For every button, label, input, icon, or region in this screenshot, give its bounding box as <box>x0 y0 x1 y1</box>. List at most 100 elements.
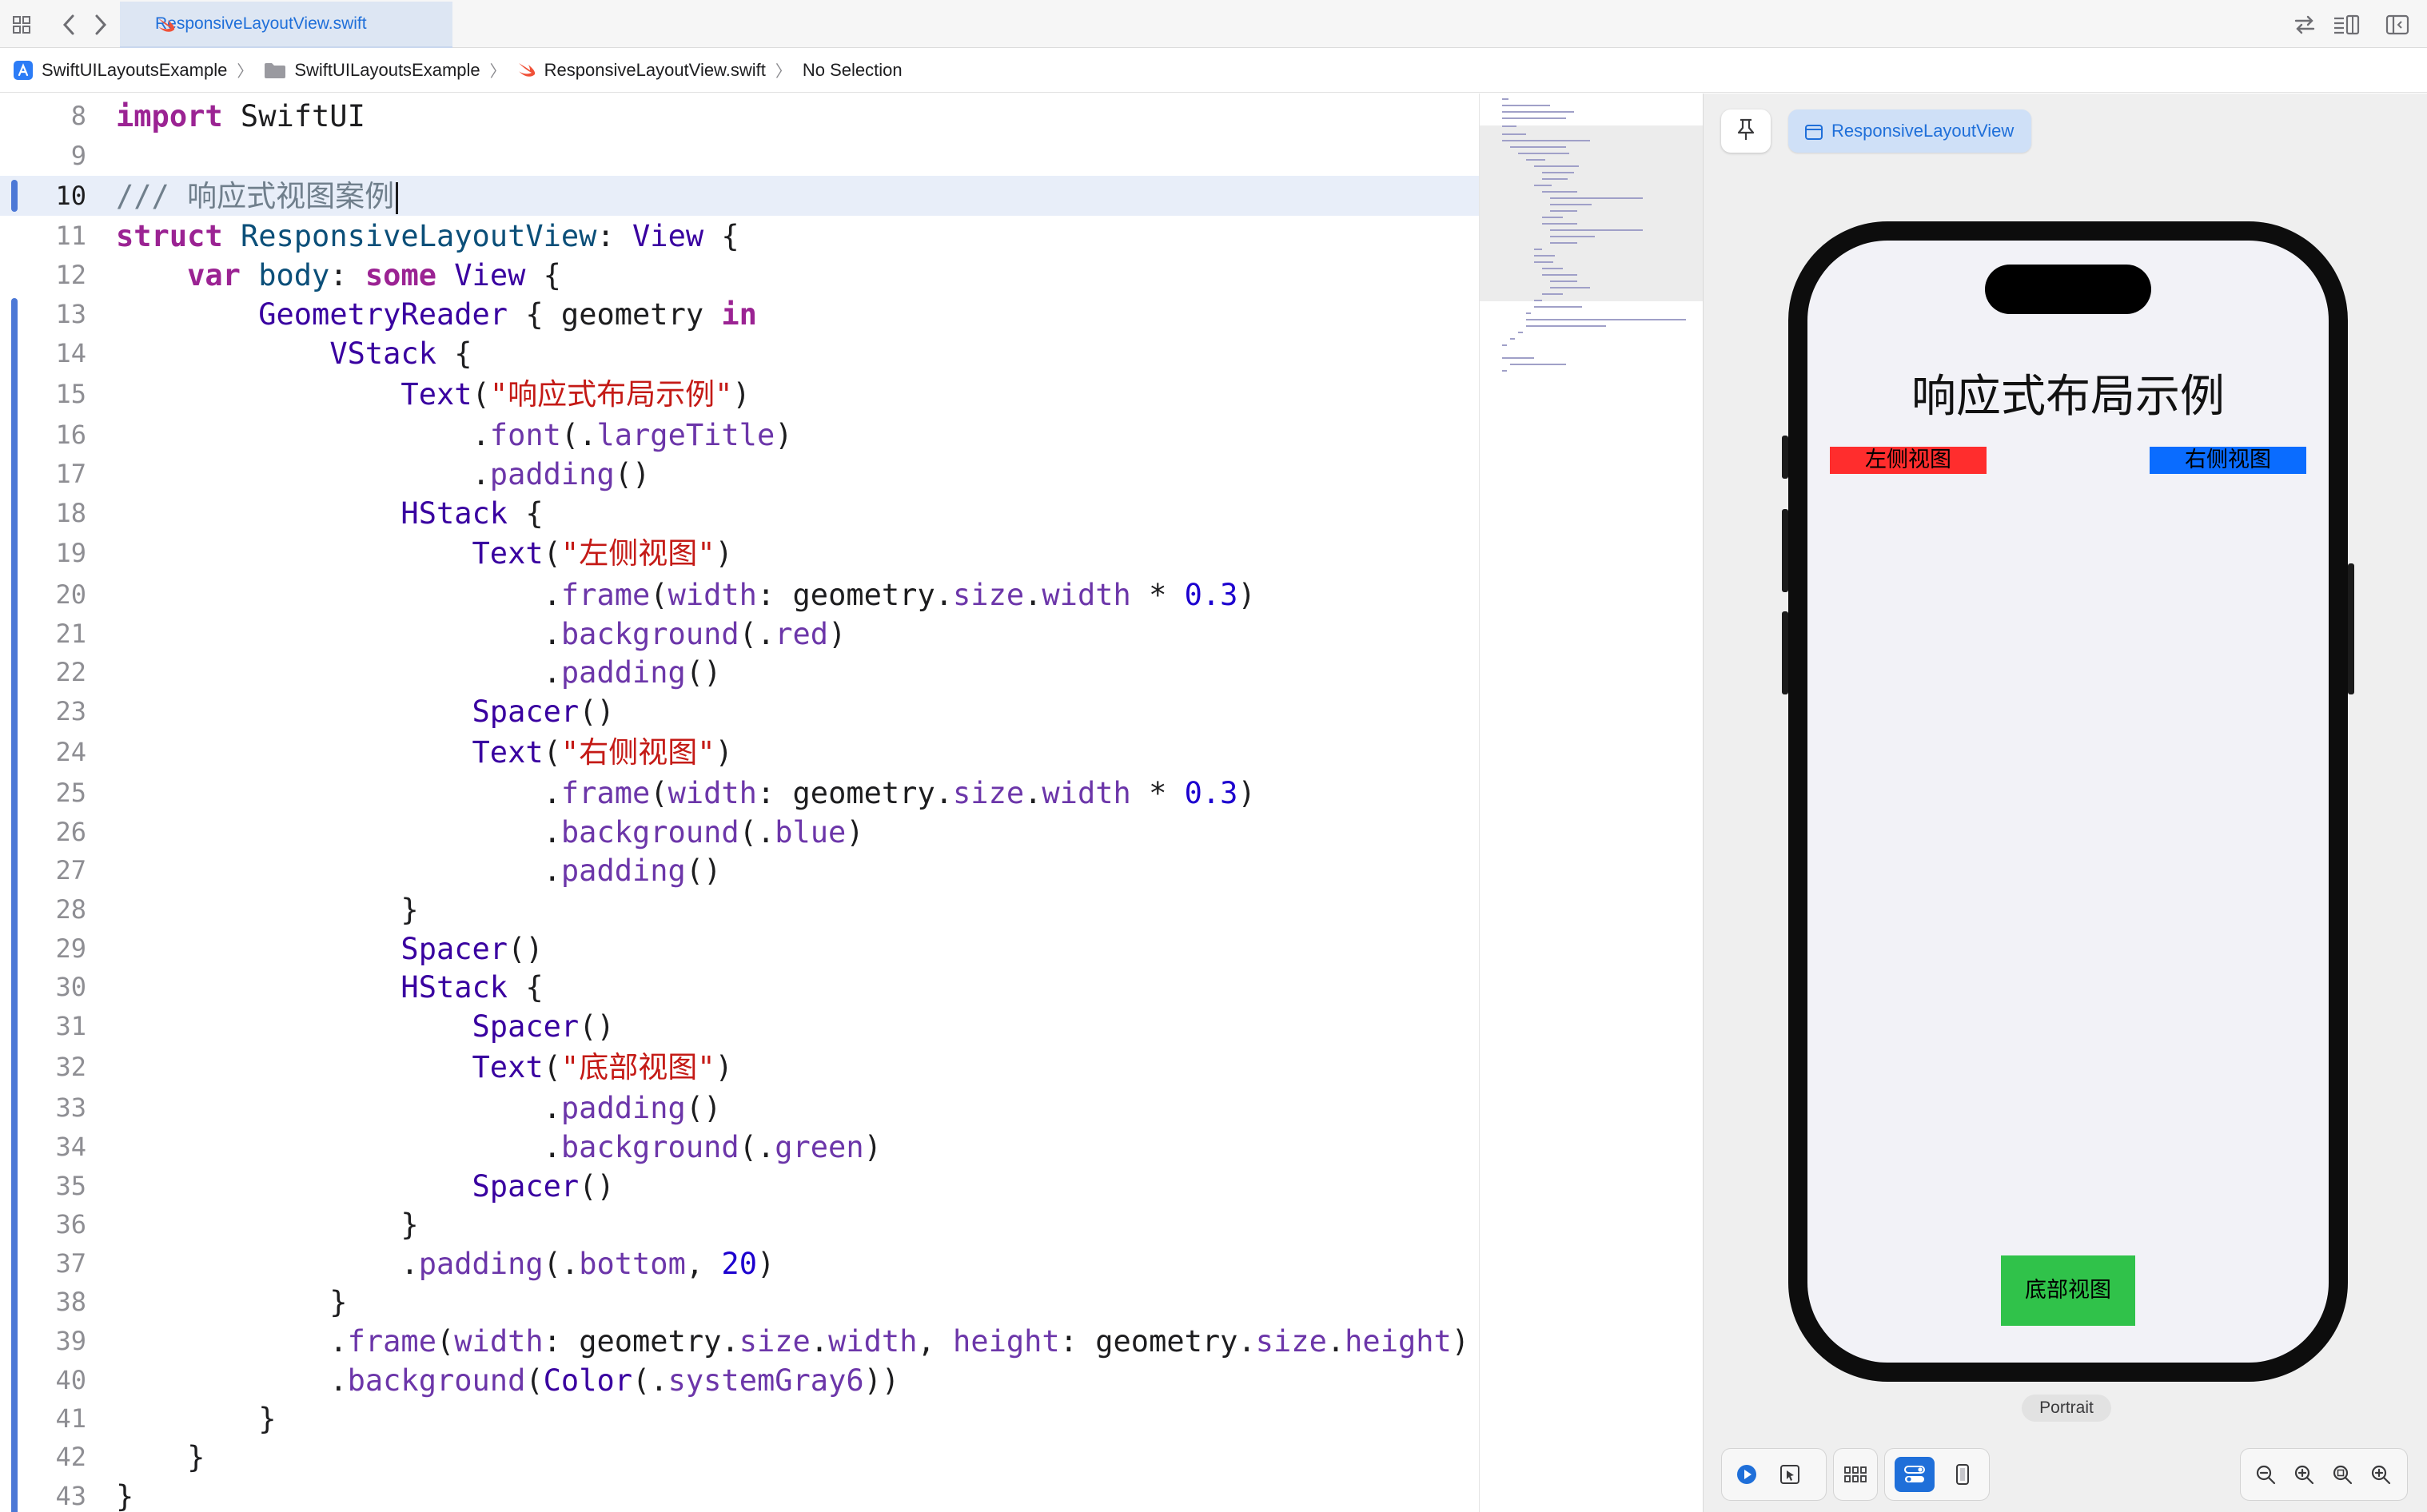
line-number: 24 <box>55 737 86 767</box>
live-preview-button[interactable] <box>1732 1459 1762 1490</box>
xcode-window: ResponsiveLayoutView.swift SwiftUILayout… <box>0 0 2427 1512</box>
minimap-line <box>1550 287 1590 288</box>
zoom-in-icon <box>2294 1465 2314 1485</box>
minimap-line <box>1502 133 1526 135</box>
minimap-line <box>1502 111 1574 113</box>
minimap-line <box>1502 140 1590 141</box>
code-line: 16 .font(.largeTitle) <box>0 416 1479 455</box>
canvas-settings-button[interactable] <box>1895 1457 1935 1492</box>
line-number: 16 <box>55 420 86 450</box>
selectable-mode-button[interactable] <box>1775 1459 1805 1490</box>
code-line: 31 Spacer() <box>0 1007 1479 1046</box>
code-line: 27 .padding() <box>0 851 1479 890</box>
minimap-line <box>1542 191 1577 193</box>
code-line: 43} <box>0 1477 1479 1512</box>
minimap-line <box>1550 197 1643 199</box>
minimap-line <box>1534 300 1542 301</box>
minimap-line <box>1550 210 1577 212</box>
line-number: 26 <box>55 817 86 847</box>
line-number: 38 <box>55 1287 86 1317</box>
line-number: 32 <box>55 1052 86 1082</box>
code-line: 19 Text("左侧视图") <box>0 534 1479 573</box>
inspector-toggle-icon[interactable] <box>2384 11 2411 38</box>
line-number: 42 <box>55 1442 86 1472</box>
line-number: 19 <box>55 538 86 568</box>
minimap-line <box>1502 357 1534 359</box>
editor-options-icon[interactable] <box>2333 11 2360 38</box>
minimap-line <box>1502 105 1550 106</box>
chevron-right-icon: 〉 <box>775 63 791 81</box>
code-line: 12 var body: some View { <box>0 256 1479 295</box>
pin-preview-button[interactable] <box>1721 109 1771 153</box>
line-number: 10 <box>55 181 86 211</box>
breadcrumb-project[interactable]: SwiftUILayoutsExample <box>13 60 227 81</box>
selectable-icon <box>1780 1465 1799 1484</box>
code-line: 38 } <box>0 1283 1479 1322</box>
folder-icon <box>264 62 286 79</box>
line-number: 31 <box>55 1011 86 1041</box>
minimap-line <box>1542 274 1577 276</box>
breadcrumb-folder[interactable]: SwiftUILayoutsExample <box>264 60 480 81</box>
minimap-line <box>1518 153 1569 154</box>
code-line: 15 Text("响应式布局示例") <box>0 375 1479 414</box>
zoom-in-button[interactable] <box>2289 1459 2319 1490</box>
line-number: 14 <box>55 338 86 368</box>
minimap-line <box>1542 172 1574 173</box>
line-number: 35 <box>55 1171 86 1201</box>
code-line: 21 .background(.red) <box>0 615 1479 654</box>
bottom-view-label: 底部视图 <box>2001 1255 2135 1326</box>
grid-icon[interactable] <box>8 11 35 38</box>
code-line: 11 struct ResponsiveLayoutView: View { <box>0 217 1479 256</box>
breadcrumb-project-label: SwiftUILayoutsExample <box>42 59 228 80</box>
code-line: 32 Text("底部视图") <box>0 1048 1479 1087</box>
minimap-visible-region[interactable] <box>1480 125 1704 301</box>
line-number: 9 <box>70 141 86 171</box>
back-icon[interactable] <box>56 11 83 38</box>
minimap-line <box>1542 293 1563 295</box>
code-line: 23 Spacer() <box>0 692 1479 731</box>
code-line: 36 } <box>0 1205 1479 1244</box>
breadcrumb-selection[interactable]: No Selection <box>803 60 903 81</box>
minimap-line <box>1534 165 1579 167</box>
code-line: 29 Spacer() <box>0 929 1479 969</box>
breadcrumb-file[interactable]: ResponsiveLayoutView.swift <box>517 60 766 81</box>
minimap-line <box>1534 261 1553 263</box>
variants-button[interactable] <box>1840 1459 1871 1490</box>
line-number: 29 <box>55 933 86 964</box>
preview-canvas: ResponsiveLayoutView 响应式布局示例 左侧视图 右侧视图 底… <box>1703 94 2427 1512</box>
minimap-line <box>1542 268 1563 269</box>
device-icon <box>1956 1464 1969 1485</box>
tab-responsive-layout-view[interactable]: ResponsiveLayoutView.swift <box>120 2 452 48</box>
preview-selector-chip[interactable]: ResponsiveLayoutView <box>1788 109 2032 153</box>
canvas-settings-icon <box>1904 1466 1925 1482</box>
power-button <box>2348 563 2354 694</box>
code-line: 39 .frame(width: geometry.size.width, he… <box>0 1322 1479 1361</box>
minimap-line <box>1534 249 1542 250</box>
minimap-line <box>1534 255 1555 257</box>
line-number: 13 <box>55 299 86 329</box>
code-line: 10/// 响应式视图案例 <box>0 177 1479 216</box>
breadcrumb-file-label: ResponsiveLayoutView.swift <box>544 59 766 80</box>
preview-chip-label: ResponsiveLayoutView <box>1831 121 2015 141</box>
zoom-fit-button[interactable] <box>2327 1459 2357 1490</box>
minimap-line <box>1510 146 1566 148</box>
zoom-out-button[interactable] <box>2250 1459 2281 1490</box>
breadcrumb-selection-label: No Selection <box>802 59 903 80</box>
code-editor[interactable]: 8 import SwiftUI 9 10/// 响应式视图案例 11 struct… <box>0 94 1479 1512</box>
code-line: 26 .background(.blue) <box>0 813 1479 852</box>
code-line: 17 .padding() <box>0 455 1479 494</box>
breadcrumb: SwiftUILayoutsExample 〉 SwiftUILayoutsEx… <box>0 48 2427 93</box>
minimap[interactable] <box>1479 94 1704 1512</box>
phone-screen[interactable]: 响应式布局示例 左侧视图 右侧视图 底部视图 <box>1807 241 2329 1363</box>
minimap-line <box>1550 242 1577 244</box>
live-preview-icon <box>1737 1465 1756 1484</box>
minimap-line <box>1550 281 1577 282</box>
line-number: 37 <box>55 1248 86 1279</box>
code-line: 8 import SwiftUI <box>0 97 1479 136</box>
device-settings-button[interactable] <box>1947 1459 1978 1490</box>
action-button <box>1782 436 1788 479</box>
line-number: 12 <box>55 260 86 290</box>
forward-icon[interactable] <box>86 11 114 38</box>
zoom-actual-size-button[interactable] <box>2365 1459 2396 1490</box>
swap-icon[interactable] <box>2291 11 2318 38</box>
